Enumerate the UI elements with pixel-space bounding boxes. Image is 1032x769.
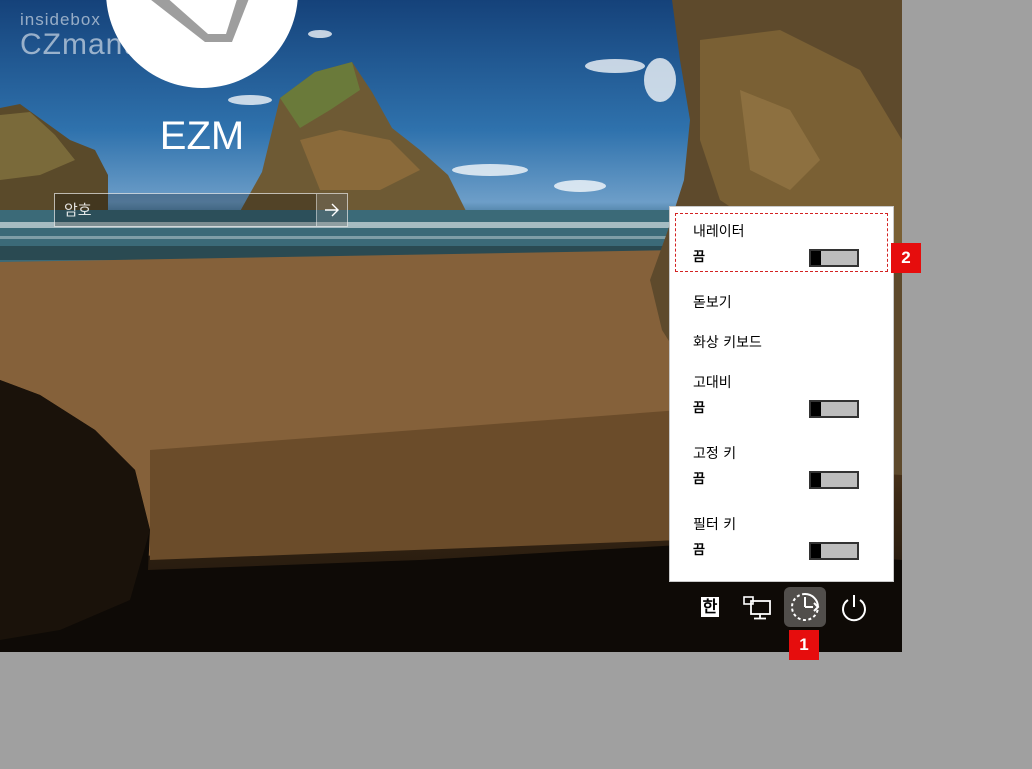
input-language-button[interactable]: 한 — [690, 588, 730, 626]
narrator-label: 내레이터 — [693, 224, 745, 240]
watermark-logo: insidebox CZmanual — [20, 10, 167, 61]
submit-button[interactable] — [316, 194, 347, 226]
high-contrast-label: 고대비 — [693, 375, 732, 391]
high-contrast-toggle[interactable] — [809, 400, 859, 418]
ease-of-access-menu: 내레이터 끔 돋보기 화상 키보드 고대비 끔 고정 키 끔 필터 키 끔 — [669, 206, 894, 582]
filter-keys-toggle[interactable] — [809, 542, 859, 560]
menu-item-filter-keys[interactable]: 필터 키 끔 — [693, 516, 873, 560]
network-button[interactable] — [738, 588, 778, 626]
callout-badge-1: 1 — [789, 630, 819, 660]
menu-item-onscreen-keyboard[interactable]: 화상 키보드 — [693, 334, 873, 352]
arrow-right-icon — [325, 203, 339, 217]
sticky-keys-toggle[interactable] — [809, 471, 859, 489]
sticky-keys-label: 고정 키 — [693, 446, 737, 462]
menu-item-high-contrast[interactable]: 고대비 끔 — [693, 374, 873, 418]
power-button[interactable] — [834, 588, 874, 626]
watermark-line1: insidebox — [20, 10, 101, 29]
onscreen-keyboard-label: 화상 키보드 — [693, 335, 762, 351]
narrator-toggle[interactable] — [809, 249, 859, 267]
password-input[interactable] — [55, 194, 317, 226]
network-icon — [743, 596, 771, 620]
menu-item-narrator[interactable]: 내레이터 끔 — [693, 223, 873, 267]
power-icon — [842, 595, 866, 622]
ease-of-access-button[interactable] — [784, 587, 826, 627]
magnifier-label: 돋보기 — [693, 295, 732, 311]
input-language-icon: 한 — [700, 597, 720, 617]
menu-item-magnifier[interactable]: 돋보기 — [693, 294, 873, 312]
password-field — [54, 193, 348, 227]
user-name: EZM — [159, 114, 245, 158]
watermark-line2: CZmanual — [20, 28, 167, 61]
callout-badge-2: 2 — [891, 243, 921, 273]
ease-of-access-icon — [791, 593, 820, 621]
menu-item-sticky-keys[interactable]: 고정 키 끔 — [693, 445, 873, 489]
filter-keys-label: 필터 키 — [693, 517, 737, 533]
